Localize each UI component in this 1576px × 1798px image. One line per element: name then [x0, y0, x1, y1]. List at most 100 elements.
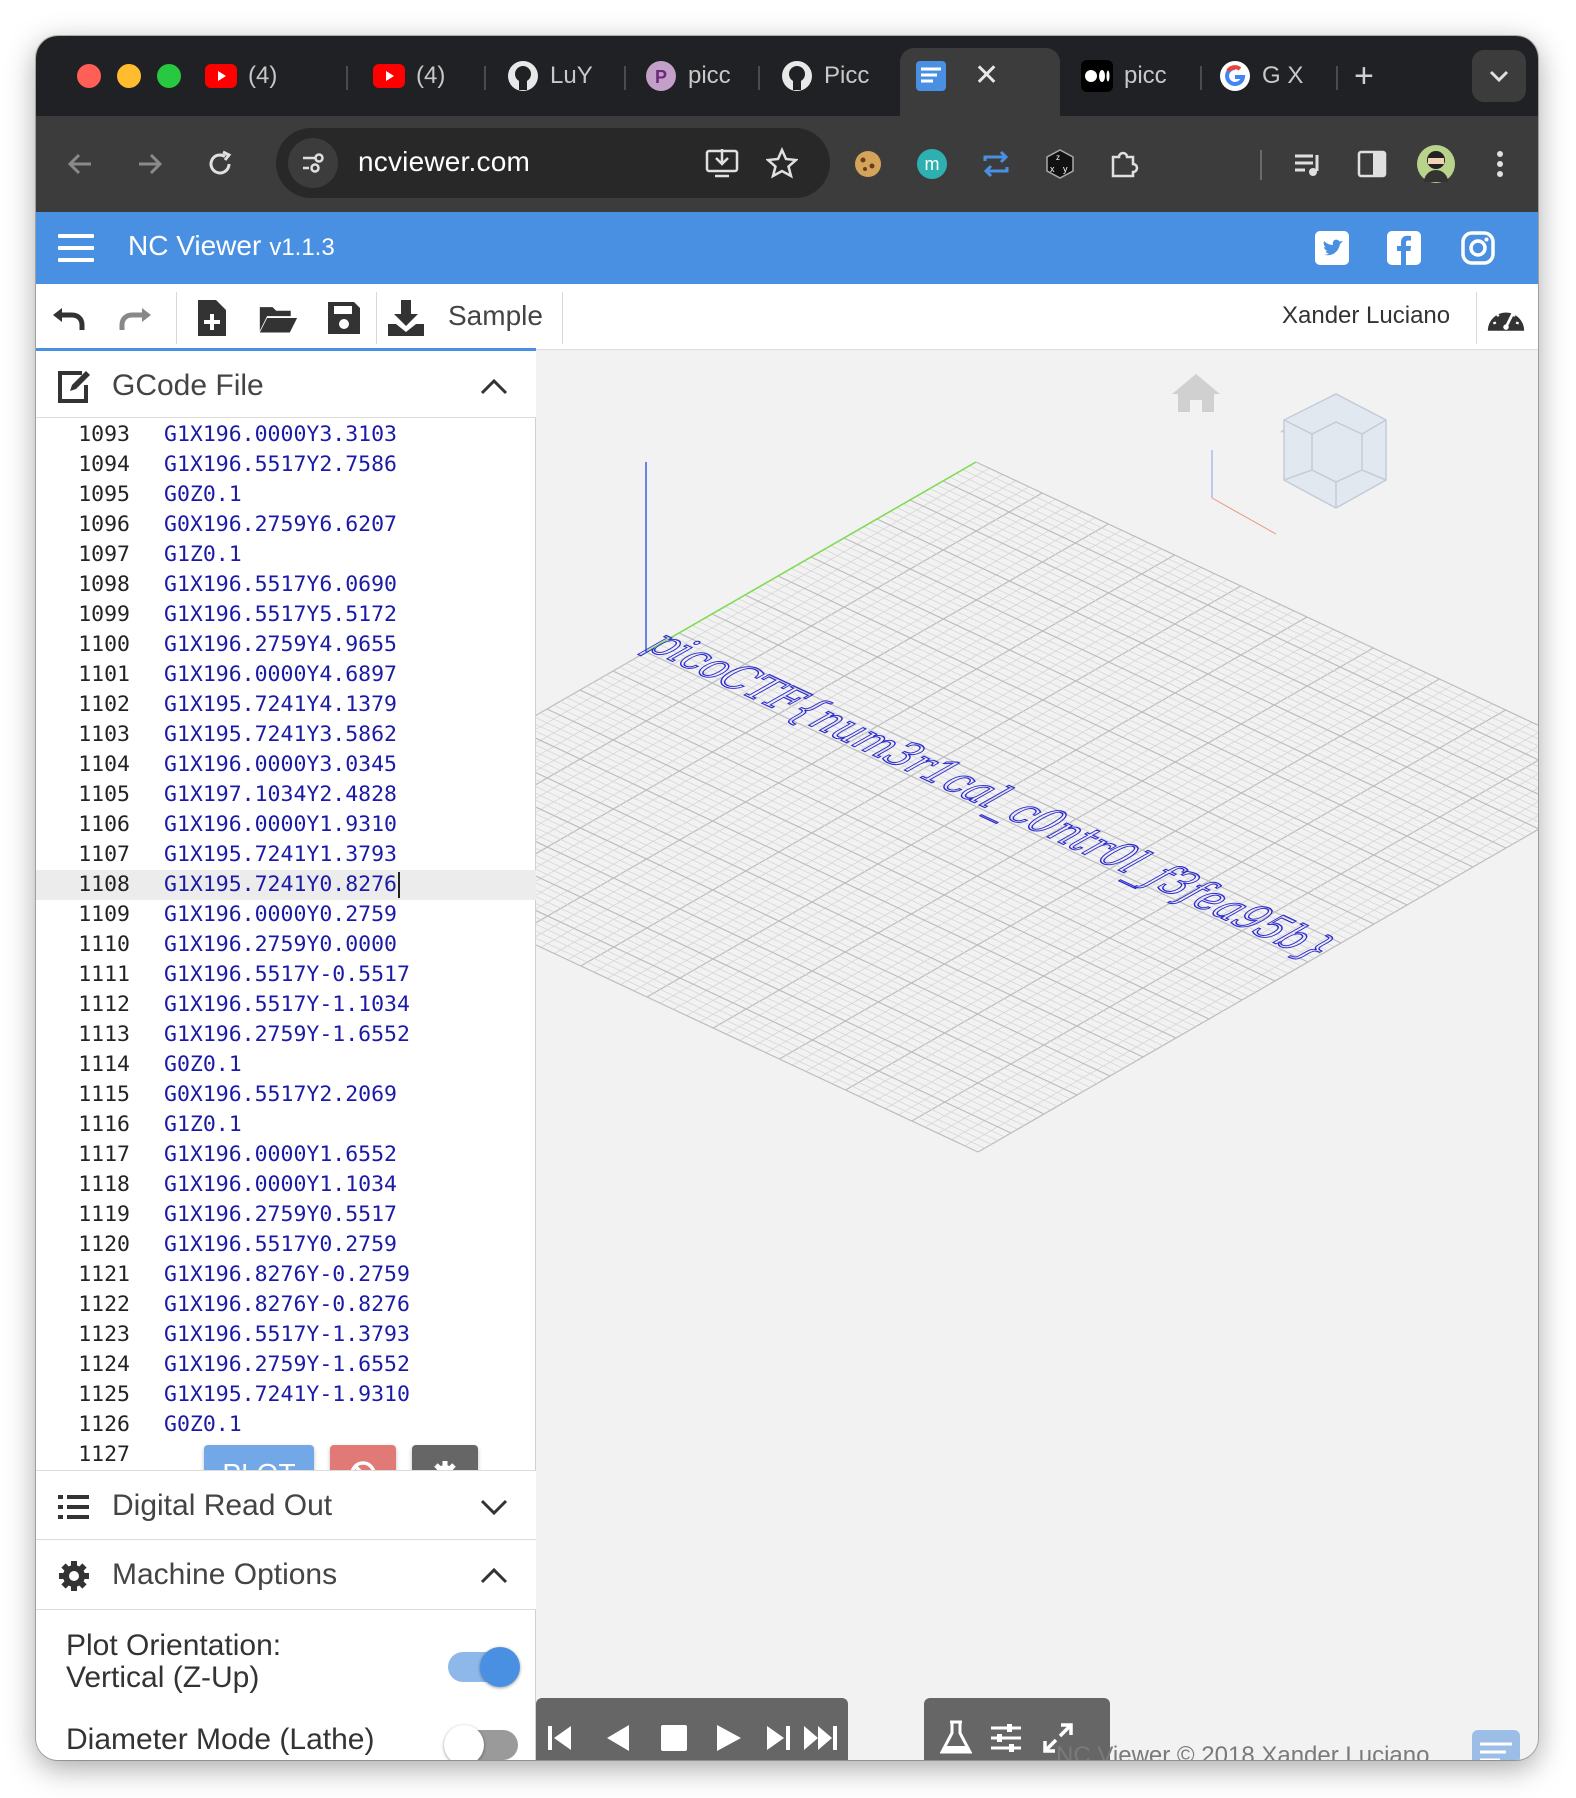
code-line[interactable]: 1097 G1Z0.1 [36, 540, 536, 570]
code-line[interactable]: 1125 G1X195.7241Y-1.9310 [36, 1380, 536, 1410]
close-window-button[interactable] [77, 64, 101, 88]
gcode-text[interactable]: G1X196.5517Y-0.5517 [164, 960, 410, 990]
code-line[interactable]: 1124 G1X196.2759Y-1.6552 [36, 1350, 536, 1380]
gcode-text[interactable]: G1X197.1034Y2.4828 [164, 780, 397, 810]
gcode-text[interactable]: G1X196.0000Y0.2759 [164, 900, 397, 930]
code-line[interactable]: 1101 G1X196.0000Y4.6897 [36, 660, 536, 690]
gcode-text[interactable]: G1X195.7241Y4.1379 [164, 690, 397, 720]
gcode-text[interactable]: G0X196.5517Y2.2069 [164, 1080, 397, 1110]
browser-tab[interactable]: picc [1080, 58, 1190, 94]
browser-tab[interactable]: (4) [372, 58, 484, 94]
gcode-text[interactable]: G1X196.2759Y4.9655 [164, 630, 397, 660]
back-button[interactable] [56, 140, 104, 188]
gcode-text[interactable]: G1Z0.1 [164, 540, 242, 570]
performance-gauge-icon[interactable] [1486, 298, 1526, 338]
hamburger-menu-icon[interactable] [58, 234, 94, 262]
xyz-extension-icon[interactable]: zxy [1038, 142, 1082, 186]
gcode-text[interactable]: G1X196.2759Y0.0000 [164, 930, 397, 960]
code-line[interactable]: 1106 G1X196.0000Y1.9310 [36, 810, 536, 840]
home-view-icon[interactable] [1172, 374, 1220, 412]
undo-icon[interactable] [48, 298, 88, 338]
code-line[interactable]: 1109 G1X196.0000Y0.2759 [36, 900, 536, 930]
step-back-icon[interactable] [598, 1718, 638, 1758]
gcode-text[interactable]: G0X196.2759Y6.6207 [164, 510, 397, 540]
code-line[interactable]: 1099 G1X196.5517Y5.5172 [36, 600, 536, 630]
chevron-down-icon[interactable] [478, 1491, 510, 1523]
browser-menu-icon[interactable] [1478, 142, 1522, 186]
gcode-text[interactable]: G1X196.0000Y1.9310 [164, 810, 397, 840]
flask-icon[interactable] [936, 1718, 976, 1758]
gcode-text[interactable]: G1X196.0000Y3.3103 [164, 420, 397, 450]
gcode-text[interactable]: G1X196.8276Y-0.8276 [164, 1290, 410, 1320]
gcode-text[interactable]: G0Z0.1 [164, 480, 242, 510]
install-app-icon[interactable] [704, 145, 740, 181]
step-forward-icon[interactable] [758, 1718, 798, 1758]
code-line[interactable]: 1112 G1X196.5517Y-1.1034 [36, 990, 536, 1020]
gcode-text[interactable]: G1X196.0000Y1.6552 [164, 1140, 397, 1170]
stop-icon[interactable] [654, 1718, 694, 1758]
open-folder-icon[interactable] [258, 298, 298, 338]
code-line[interactable]: 1104 G1X196.0000Y3.0345 [36, 750, 536, 780]
browser-tab[interactable]: (4) [204, 58, 316, 94]
chevron-up-icon[interactable] [478, 1560, 510, 1592]
browser-tab[interactable]: Picc [780, 58, 906, 94]
play-icon[interactable] [708, 1718, 748, 1758]
gcode-text[interactable]: G1X196.5517Y6.0690 [164, 570, 397, 600]
plot-canvas[interactable]: picoCTF{num3r1cal_c0ntr0l_f3fea95b} [536, 350, 1538, 1760]
code-line[interactable]: 1108 G1X195.7241Y0.8276 [36, 870, 536, 900]
code-line[interactable]: 1114 G0Z0.1 [36, 1050, 536, 1080]
code-line[interactable]: 1119 G1X196.2759Y0.5517 [36, 1200, 536, 1230]
code-line[interactable]: 1122 G1X196.8276Y-0.8276 [36, 1290, 536, 1320]
gcode-text[interactable]: G1X196.0000Y3.0345 [164, 750, 397, 780]
code-line[interactable]: 1117 G1X196.0000Y1.6552 [36, 1140, 536, 1170]
gcode-text[interactable]: G1Z0.1 [164, 1110, 242, 1140]
gcode-text[interactable]: G1X196.5517Y0.2759 [164, 1230, 397, 1260]
gcode-text[interactable]: G1X196.5517Y-1.3793 [164, 1320, 410, 1350]
m-extension-icon[interactable]: m [910, 142, 954, 186]
browser-tab-active[interactable] [914, 58, 954, 94]
browser-tab[interactable]: LuY [506, 58, 626, 94]
digital-readout-header[interactable]: Digital Read Out [36, 1470, 536, 1540]
save-icon[interactable] [324, 298, 364, 338]
browser-tab[interactable]: G X [1218, 58, 1328, 94]
extensions-puzzle-icon[interactable] [1102, 142, 1146, 186]
gcode-text[interactable]: G1X196.5517Y2.7586 [164, 450, 397, 480]
code-line[interactable]: 1103 G1X195.7241Y3.5862 [36, 720, 536, 750]
tab-search-button[interactable] [1472, 50, 1526, 102]
profile-avatar[interactable] [1414, 142, 1458, 186]
machine-options-header[interactable]: Machine Options [36, 1540, 536, 1610]
3d-viewport[interactable]: picoCTF{num3r1cal_c0ntr0l_f3fea95b} NC V… [536, 350, 1538, 1760]
plot-orientation-toggle[interactable] [448, 1647, 520, 1687]
maximize-window-button[interactable] [157, 64, 181, 88]
code-line[interactable]: 1100 G1X196.2759Y4.9655 [36, 630, 536, 660]
gcode-text[interactable]: G1X196.0000Y1.1034 [164, 1170, 397, 1200]
code-line[interactable]: 1123 G1X196.5517Y-1.3793 [36, 1320, 536, 1350]
media-queue-icon[interactable] [1286, 142, 1330, 186]
gcode-text[interactable]: G1X196.5517Y-1.1034 [164, 990, 410, 1020]
code-line[interactable]: 1105 G1X197.1034Y2.4828 [36, 780, 536, 810]
code-line[interactable]: 1107 G1X195.7241Y1.3793 [36, 840, 536, 870]
side-panel-icon[interactable] [1350, 142, 1394, 186]
code-line[interactable]: 1121 G1X196.8276Y-0.2759 [36, 1260, 536, 1290]
new-file-icon[interactable] [192, 298, 232, 338]
code-line[interactable]: 1093 G1X196.0000Y3.3103 [36, 420, 536, 450]
skip-to-end-icon[interactable] [802, 1718, 842, 1758]
code-line[interactable]: 1116 G1Z0.1 [36, 1110, 536, 1140]
code-line[interactable]: 1098 G1X196.5517Y6.0690 [36, 570, 536, 600]
gcode-editor[interactable]: 1093 G1X196.0000Y3.3103 1094 G1X196.5517Y2.… [36, 420, 536, 1470]
close-tab-icon[interactable]: ✕ [974, 58, 999, 94]
skip-to-start-icon[interactable] [540, 1718, 580, 1758]
twitter-icon[interactable] [1314, 230, 1350, 266]
forward-button[interactable] [126, 140, 174, 188]
code-line[interactable]: 1094 G1X196.5517Y2.7586 [36, 450, 536, 480]
download-sample-icon[interactable] [386, 298, 426, 338]
view-cube[interactable] [1211, 393, 1387, 535]
browser-tab[interactable]: P picc [644, 58, 766, 94]
gcode-text[interactable]: G1X196.5517Y5.5172 [164, 600, 397, 630]
code-line[interactable]: 1118 G1X196.0000Y1.1034 [36, 1170, 536, 1200]
code-line[interactable]: 1110 G1X196.2759Y0.0000 [36, 930, 536, 960]
instagram-icon[interactable] [1460, 230, 1496, 266]
gcode-text[interactable]: G1X195.7241Y0.8276 [164, 870, 400, 900]
repeat-extension-icon[interactable] [974, 142, 1018, 186]
code-line[interactable]: 1113 G1X196.2759Y-1.6552 [36, 1020, 536, 1050]
